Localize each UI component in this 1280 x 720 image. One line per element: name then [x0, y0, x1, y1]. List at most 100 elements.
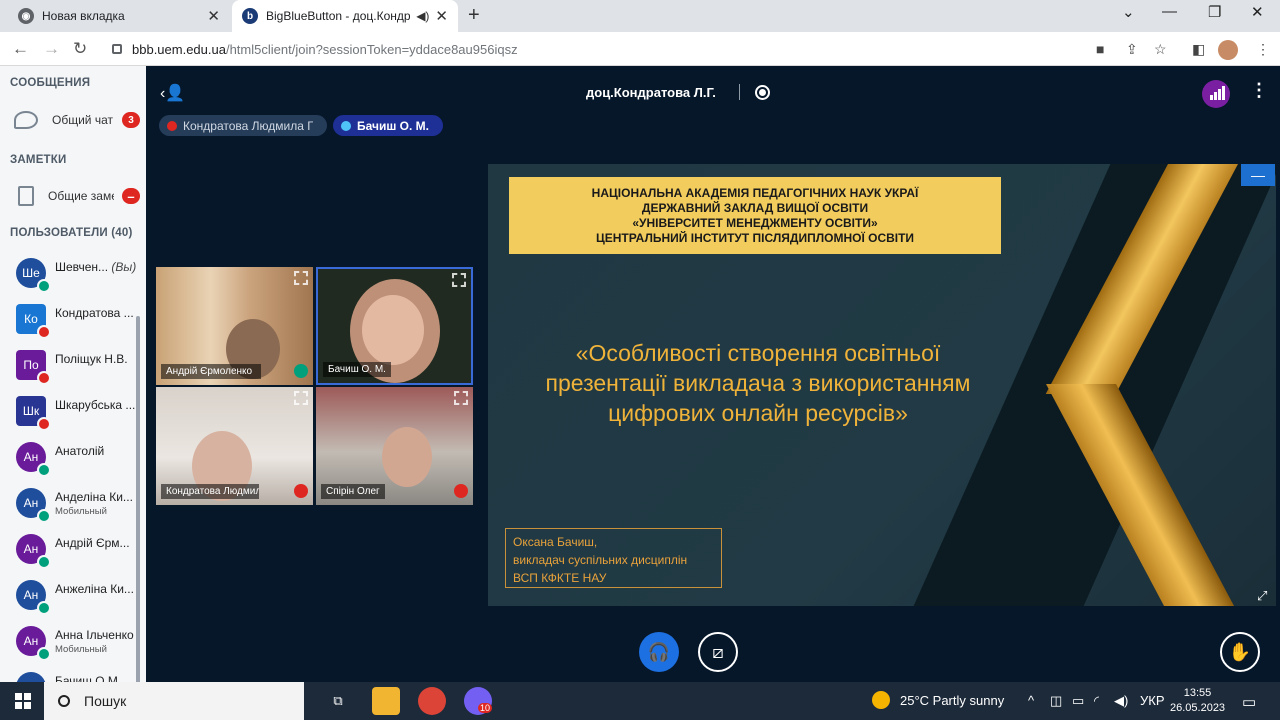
avatar: Шк: [16, 396, 51, 431]
user-list-item[interactable]: Ан Анатолій: [0, 434, 146, 480]
back-icon[interactable]: ←: [12, 39, 29, 59]
meet-now-icon[interactable]: ◫: [1050, 693, 1062, 709]
user-list-item[interactable]: Ан Анделіна Ки... Мобильный: [0, 480, 146, 526]
weather-text[interactable]: 25°C Partly sunny: [900, 693, 1004, 708]
video-tile[interactable]: Андрій Єрмоленко: [156, 267, 313, 385]
close-tab-icon[interactable]: ✕: [207, 7, 220, 25]
user-name: Анна Ільченко: [55, 628, 139, 642]
tab-title: BigBlueButton - доц.Кондратова Л.Г.: [266, 9, 411, 23]
avatar-initials: Ан: [23, 634, 39, 648]
camera-off-button[interactable]: ⧄: [698, 632, 738, 672]
windows-start-icon[interactable]: [15, 693, 31, 709]
user-name-text: Анна Ільченко: [55, 628, 134, 642]
presenter-title: доц.Кондратова Л.Г.: [586, 85, 716, 100]
talking-indicator[interactable]: Бачиш О. М.: [333, 115, 443, 136]
headphones-icon: [37, 601, 51, 615]
avatar: Ше: [16, 258, 51, 293]
camera-icon[interactable]: ■: [1096, 41, 1104, 57]
notes-badge-icon: –: [122, 188, 140, 204]
restore-icon[interactable]: ❐: [1208, 3, 1221, 21]
chrome-taskbar-icon[interactable]: [418, 687, 446, 715]
browser-tab-bbb[interactable]: b BigBlueButton - доц.Кондратова Л.Г. ◀)…: [232, 0, 458, 32]
close-window-icon[interactable]: ✕: [1251, 3, 1264, 21]
presentation-slide: НАЦІОНАЛЬНА АКАДЕМІЯ ПЕДАГОГІЧНИХ НАУК У…: [488, 164, 1276, 606]
side-panel-icon[interactable]: ◧: [1192, 41, 1205, 58]
wifi-icon[interactable]: ◜: [1094, 693, 1099, 709]
headphones-audio-button[interactable]: 🎧: [639, 632, 679, 672]
messages-header: СООБЩЕНИЯ: [10, 77, 91, 89]
forward-icon[interactable]: →: [43, 39, 60, 59]
fullscreen-icon[interactable]: [452, 273, 466, 287]
slide-author: Оксана Бачиш, викладач суспільних дисцип…: [505, 528, 722, 588]
user-list-item[interactable]: Шк Шкарубська ...: [0, 388, 146, 434]
url-field[interactable]: bbb.uem.edu.ua /html5client/join?session…: [100, 36, 1180, 62]
task-view-icon[interactable]: ⧉: [324, 687, 352, 715]
muted-icon: [294, 484, 308, 498]
new-tab-icon[interactable]: +: [468, 4, 480, 27]
slide-title-line: «Особливості створення освітньої: [575, 340, 941, 366]
connection-status-icon[interactable]: [1202, 80, 1230, 108]
menu-icon[interactable]: ⋮: [1256, 41, 1270, 58]
language-indicator[interactable]: УКР: [1140, 693, 1165, 708]
avatar-initials: Ан: [23, 588, 39, 602]
close-tab-icon[interactable]: ✕: [435, 7, 448, 25]
user-list-item[interactable]: Ше Шевчен... (Вы): [0, 250, 146, 296]
share-icon[interactable]: ⇪: [1126, 41, 1138, 58]
fullscreen-icon[interactable]: [294, 271, 308, 285]
toggle-userlist-icon[interactable]: ‹👤: [160, 83, 185, 103]
reload-icon[interactable]: ↻: [73, 39, 87, 59]
slide-author-line: Оксана Бачиш,: [513, 535, 598, 549]
minimize-icon[interactable]: —: [1162, 3, 1177, 20]
user-list-item[interactable]: Ан Анна Ільченко Мобильный: [0, 618, 146, 664]
avatar-initials: По: [23, 358, 39, 372]
slide-header: НАЦІОНАЛЬНА АКАДЕМІЯ ПЕДАГОГІЧНИХ НАУК У…: [509, 177, 1001, 254]
browser-tab-new[interactable]: ◉ Новая вкладка ✕: [8, 0, 230, 32]
volume-icon[interactable]: ◀): [1114, 693, 1128, 709]
video-tile[interactable]: Бачиш О. М.: [316, 267, 473, 385]
slide-header-line: ДЕРЖАВНИЙ ЗАКЛАД ВИЩОЇ ОСВІТИ: [641, 200, 869, 215]
video-tile[interactable]: Спірін Олег: [316, 387, 473, 505]
avatar-initials: Шк: [22, 404, 40, 418]
battery-icon[interactable]: ▭: [1072, 693, 1084, 709]
user-list-item[interactable]: Ан Андрій Єрм...: [0, 526, 146, 572]
show-hidden-icons-icon[interactable]: ^: [1028, 693, 1034, 708]
user-list-item[interactable]: Ба Бачиш О.М.: [0, 664, 146, 682]
viber-icon[interactable]: 10: [464, 687, 493, 715]
notifications-icon[interactable]: ▭: [1242, 693, 1256, 711]
fullscreen-icon[interactable]: [454, 391, 468, 405]
public-chat-item[interactable]: Общий чат 3: [0, 102, 146, 138]
fullscreen-icon[interactable]: [294, 391, 308, 405]
video-name: Кондратова Людмила: [161, 484, 259, 499]
user-list-item[interactable]: По Поліщук Н.В.: [0, 342, 146, 388]
user-name: Андрій Єрм...: [55, 536, 139, 550]
taskbar-search[interactable]: Пошук: [44, 682, 304, 720]
user-device: Мобильный: [55, 644, 107, 655]
user-name: Поліщук Н.В.: [55, 352, 139, 366]
file-explorer-icon[interactable]: [372, 687, 400, 715]
raise-hand-button[interactable]: ✋: [1220, 632, 1260, 672]
avatar: По: [16, 350, 51, 385]
url-path: /html5client/join?sessionToken=yddace8au…: [225, 41, 518, 57]
minimize-presentation-button[interactable]: —: [1241, 164, 1275, 186]
video-name: Спірін Олег: [321, 484, 385, 499]
bookmark-star-icon[interactable]: ☆: [1154, 41, 1167, 58]
speaker-icon[interactable]: ◀): [416, 9, 429, 23]
profile-avatar[interactable]: [1218, 40, 1238, 60]
clock[interactable]: 13:55 26.05.2023: [1170, 686, 1225, 716]
options-menu-icon[interactable]: ⋮: [1250, 80, 1268, 101]
user-list-item[interactable]: Ко Кондратова ...: [0, 296, 146, 342]
headphones-icon: [37, 647, 51, 661]
shared-notes-item[interactable]: Общие заметки –: [0, 178, 146, 214]
talking-name: Кондратова Людмила Григорівна: [183, 118, 313, 133]
user-name: Кондратова ...: [55, 306, 139, 320]
windows-taskbar: Пошук ⧉ 10 25°C Partly sunny ^ ◫ ▭ ◜ ◀) …: [0, 682, 1280, 720]
record-icon[interactable]: [755, 85, 770, 100]
tab-search-icon[interactable]: ⌄: [1122, 3, 1135, 21]
user-list-item[interactable]: Ан Анжеліна Ки...: [0, 572, 146, 618]
fullscreen-presentation-icon[interactable]: ⤢: [1257, 588, 1267, 604]
scrollbar[interactable]: [136, 316, 140, 682]
video-tile[interactable]: Кондратова Людмила: [156, 387, 313, 505]
user-name-text: Поліщук Н.В.: [55, 352, 128, 366]
slide-title: «Особливості створення освітньої презент…: [518, 338, 998, 428]
talking-indicator[interactable]: Кондратова Людмила Григорівна: [159, 115, 327, 136]
